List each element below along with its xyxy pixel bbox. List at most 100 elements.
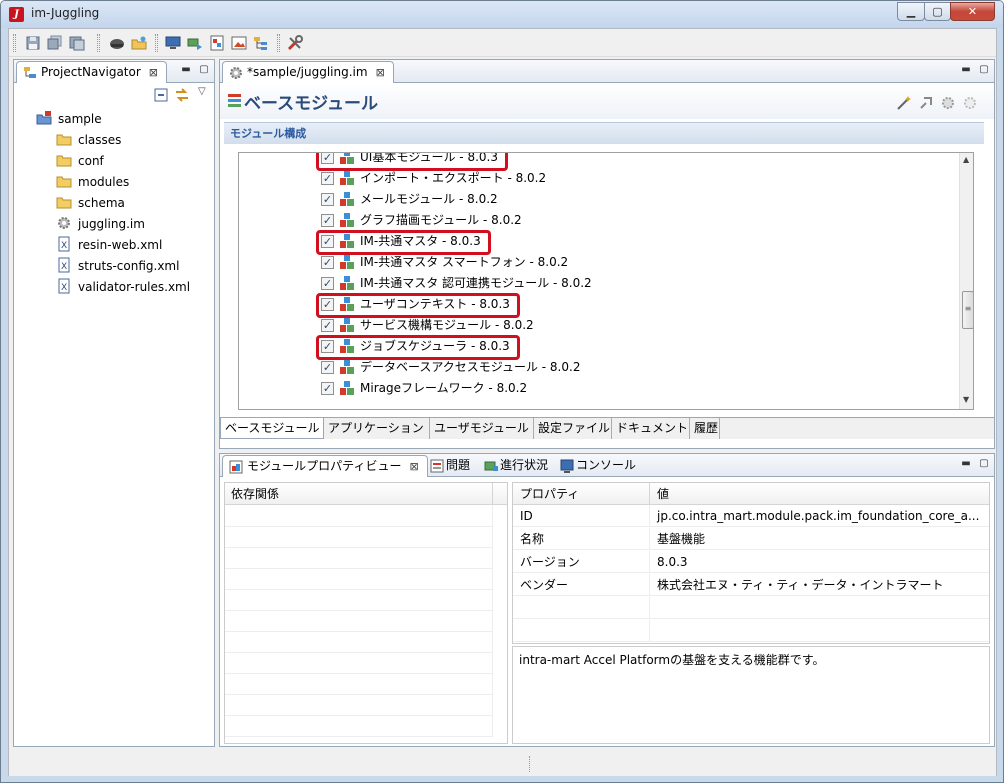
view-menu-icon[interactable]: ▽ [198, 86, 206, 97]
module-checkbox[interactable]: ✓ [321, 277, 334, 290]
close-tab-icon[interactable]: ⊠ [376, 66, 385, 79]
image-icon[interactable] [231, 35, 247, 51]
tree-node[interactable]: classes [56, 130, 121, 150]
editor-page-tab[interactable]: ユーザモジュール [430, 418, 534, 439]
wand-icon[interactable] [896, 95, 912, 111]
property-header: プロパティ [513, 483, 650, 505]
tree-icon[interactable] [253, 35, 269, 51]
editor-page-tab[interactable]: ベースモジュール [220, 418, 324, 439]
tab-project-navigator[interactable]: ProjectNavigator ⊠ [16, 61, 167, 83]
dependency-row[interactable] [225, 652, 493, 674]
module-label: サービス機構モジュール - 8.0.2 [360, 318, 534, 332]
tab-problems[interactable]: 問題 [424, 455, 478, 477]
dependency-row[interactable] [225, 610, 493, 632]
module-checkbox[interactable]: ✓ [321, 382, 334, 395]
module-checkbox[interactable]: ✓ [321, 361, 334, 374]
print-icon[interactable] [69, 35, 85, 51]
status-bar-grip[interactable] [529, 756, 531, 772]
dependency-row[interactable] [225, 673, 493, 695]
problems-icon [430, 459, 444, 473]
toolbar-grip[interactable] [97, 34, 100, 52]
toolbar-grip[interactable] [13, 34, 16, 52]
module-checkbox[interactable]: ✓ [321, 319, 334, 332]
open-folder-icon[interactable] [131, 35, 147, 51]
tree-node[interactable]: juggling.im [56, 214, 145, 234]
maximize-view-icon[interactable]: ▢ [978, 64, 990, 76]
tree-node[interactable]: modules [56, 172, 129, 192]
maximize-view-icon[interactable]: ▢ [978, 458, 990, 470]
property-row[interactable]: ID jp.co.intra_mart.module.pack.im_founda… [513, 505, 989, 527]
dependency-row[interactable] [225, 568, 493, 590]
save-all-icon[interactable] [47, 35, 63, 51]
property-row[interactable] [513, 620, 989, 642]
dependency-row[interactable] [225, 715, 493, 737]
module-label: Mirageフレームワーク - 8.0.2 [360, 381, 528, 395]
minimize-view-icon[interactable]: ▬ [180, 64, 192, 76]
tools-icon[interactable] [287, 35, 303, 51]
property-row[interactable]: バージョン 8.0.3 [513, 551, 989, 573]
tree-node[interactable]: schema [56, 193, 125, 213]
juggling-icon[interactable] [109, 35, 125, 51]
scroll-down-icon[interactable]: ▼ [963, 395, 969, 404]
close-tab-icon[interactable]: ⊠ [409, 460, 418, 473]
export-icon[interactable] [209, 35, 225, 51]
title-bar[interactable]: J im-Juggling ▁ ▢ ✕ [1, 1, 1003, 28]
cog-disabled-icon[interactable] [962, 95, 978, 111]
toolbar-grip[interactable] [277, 34, 280, 52]
editor-page-tab[interactable]: アプリケーション [324, 418, 430, 439]
pin-icon[interactable] [918, 95, 934, 111]
module-icon [340, 192, 354, 206]
module-checkbox[interactable]: ✓ [321, 256, 334, 269]
module-list-scrollbar[interactable]: ▲ ≡ ▼ [959, 153, 973, 409]
tab-juggling-im[interactable]: *sample/juggling.im ⊠ [222, 61, 394, 83]
settings-icon[interactable] [940, 95, 956, 111]
property-row[interactable] [513, 597, 989, 619]
navigator-icon [24, 67, 36, 78]
maximize-button[interactable]: ▢ [924, 2, 951, 21]
editor-page-tab[interactable]: 履歴 [690, 418, 720, 439]
scrollbar-thumb[interactable]: ≡ [962, 291, 973, 329]
dependency-row[interactable] [225, 526, 493, 548]
property-row[interactable]: 名称 基盤機能 [513, 528, 989, 550]
folder-icon [56, 131, 72, 147]
property-row[interactable]: ベンダー 株式会社エヌ・ティ・ティ・データ・イントラマート [513, 574, 989, 596]
dependency-row[interactable] [225, 589, 493, 611]
minimize-view-icon[interactable]: ▬ [960, 64, 972, 76]
module-checkbox[interactable]: ✓ [321, 172, 334, 185]
tab-progress[interactable]: 進行状況 [478, 455, 556, 477]
collapse-all-icon[interactable] [154, 88, 168, 102]
editor-page-tab[interactable]: 設定ファイル [534, 418, 612, 439]
toolbar-grip[interactable] [155, 34, 158, 52]
tab-module-properties[interactable]: モジュールプロパティビュー ⊠ [222, 455, 428, 477]
minimize-button[interactable]: ▁ [897, 2, 925, 21]
maximize-view-icon[interactable]: ▢ [198, 64, 210, 76]
close-tab-icon[interactable]: ⊠ [149, 66, 158, 79]
deploy-icon[interactable] [187, 35, 203, 51]
tree-node-label: resin-web.xml [78, 238, 163, 252]
tab-console[interactable]: コンソール [554, 455, 644, 477]
page-title: ベースモジュール [244, 94, 378, 114]
navigator-tab-label: ProjectNavigator [41, 65, 141, 79]
tree-node-project[interactable]: sample [36, 109, 102, 129]
scroll-up-icon[interactable]: ▲ [963, 155, 969, 164]
editor-page-tab[interactable]: ドキュメント [612, 418, 690, 439]
dependency-row[interactable] [225, 694, 493, 716]
tree-node[interactable]: conf [56, 151, 104, 171]
dependency-row[interactable] [225, 505, 493, 527]
tree-node[interactable]: Xstruts-config.xml [56, 256, 179, 276]
progress-icon [484, 459, 498, 473]
editor-tab-label: *sample/juggling.im [247, 65, 368, 79]
minimize-view-icon[interactable]: ▬ [960, 458, 972, 470]
module-checkbox[interactable]: ✓ [321, 214, 334, 227]
module-checkbox[interactable]: ✓ [321, 193, 334, 206]
monitor-icon[interactable] [165, 35, 181, 51]
close-window-button[interactable]: ✕ [950, 2, 995, 21]
property-value-cell: 基盤機能 [657, 532, 706, 546]
save-icon[interactable] [25, 35, 41, 51]
svg-text:X: X [61, 262, 67, 272]
dependency-row[interactable] [225, 631, 493, 653]
dependency-row[interactable] [225, 547, 493, 569]
link-with-editor-icon[interactable] [174, 88, 190, 102]
tree-node[interactable]: Xresin-web.xml [56, 235, 162, 255]
tree-node[interactable]: Xvalidator-rules.xml [56, 277, 190, 297]
